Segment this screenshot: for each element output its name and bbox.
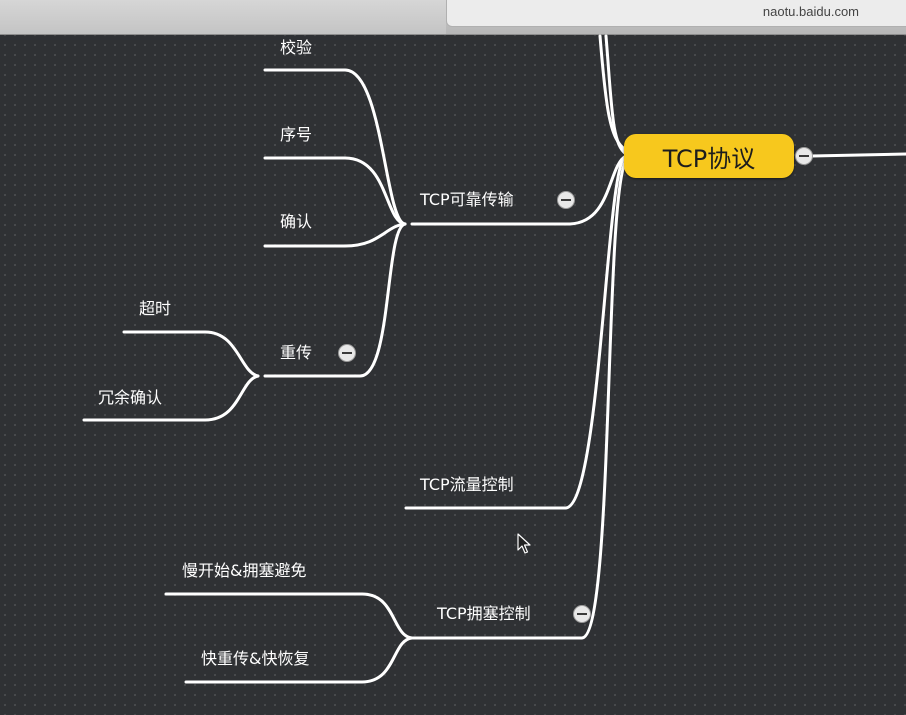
retransmit-collapse-icon[interactable]: [338, 344, 356, 362]
root-node-label: TCP协议: [662, 144, 756, 173]
node-slow-start[interactable]: 慢开始&拥塞避免: [182, 561, 306, 581]
node-flow-control[interactable]: TCP流量控制: [420, 475, 514, 495]
node-retransmit[interactable]: 重传: [280, 343, 312, 363]
node-ack[interactable]: 确认: [280, 212, 312, 232]
mouse-cursor-icon: [517, 533, 531, 554]
link-root-up-2: [604, 34, 628, 156]
node-fast-retransmit[interactable]: 快重传&快恢复: [201, 649, 309, 669]
node-sequence[interactable]: 序号: [280, 125, 312, 145]
reliable-collapse-icon[interactable]: [557, 191, 575, 209]
node-check[interactable]: 校验: [280, 38, 312, 58]
link-cong-slow: [164, 592, 414, 640]
link-reliable-check: [263, 68, 407, 226]
root-collapse-icon[interactable]: [795, 147, 813, 165]
link-root-right: [810, 152, 906, 158]
link-root-flow: [404, 156, 626, 510]
root-node[interactable]: TCP协议: [624, 134, 794, 178]
link-retx-timeout: [122, 330, 260, 378]
link-root-up-1: [598, 34, 628, 152]
node-reliable[interactable]: TCP可靠传输: [420, 190, 514, 210]
congestion-collapse-icon[interactable]: [573, 605, 591, 623]
node-congestion[interactable]: TCP拥塞控制: [437, 604, 531, 624]
node-timeout[interactable]: 超时: [139, 299, 171, 319]
mindmap-canvas[interactable]: naotu.baidu.com TCP协议 TCP可靠传输 校验 序号 确认 重…: [0, 0, 906, 715]
node-dup-ack[interactable]: 冗余确认: [98, 388, 162, 408]
